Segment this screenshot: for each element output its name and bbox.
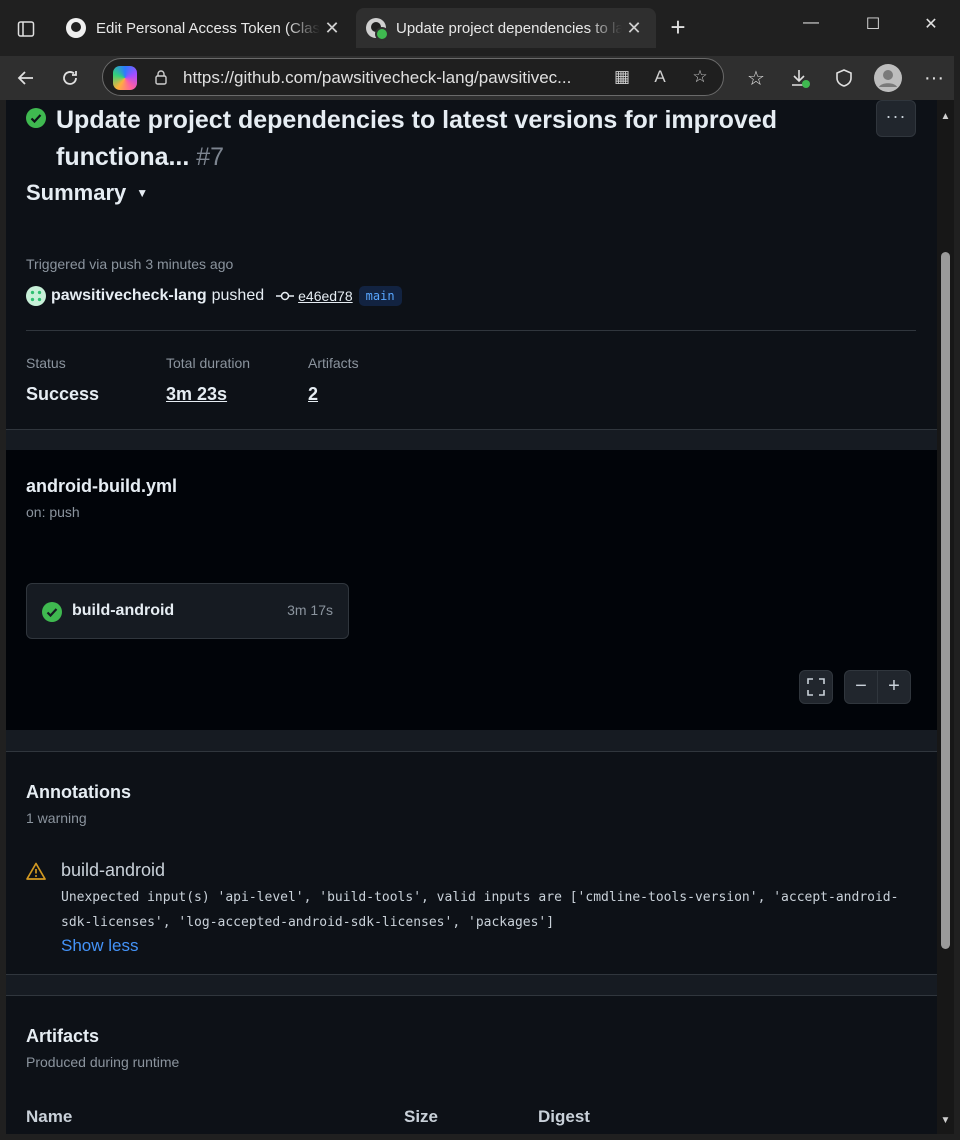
push-info: pawsitivecheck-lang pushed e46ed78 main [26, 286, 402, 306]
column-header-name[interactable]: Name [26, 1107, 72, 1127]
duration-label: Total duration [166, 355, 251, 371]
section-separator [6, 974, 937, 996]
new-tab-icon[interactable]: + [664, 14, 692, 42]
duration-link[interactable]: 3m 23s [166, 384, 227, 405]
trigger-text: Triggered via push 3 minutes ago [26, 256, 234, 272]
browser-essentials-icon[interactable] [828, 62, 860, 94]
workflow-graph: android-build.yml on: push build-android… [6, 450, 937, 730]
show-less-link[interactable]: Show less [61, 936, 138, 956]
warning-icon [26, 862, 46, 880]
tab-title: Update project dependencies to latest ve… [396, 19, 622, 37]
close-tab-icon[interactable]: ✕ [320, 18, 344, 39]
minimize-icon[interactable]: — [796, 14, 826, 40]
downloads-icon[interactable] [784, 62, 816, 94]
browser-tabstrip: Edit Personal Access Token (Classic) ✕ U… [0, 0, 960, 56]
artifacts-subtitle: Produced during runtime [26, 1054, 180, 1070]
annotation-message: Unexpected input(s) 'api-level', 'build-… [61, 890, 899, 930]
summary-dropdown[interactable]: Summary ▼ [26, 180, 148, 206]
artifacts-heading: Artifacts [26, 1026, 100, 1046]
window-border [0, 1134, 960, 1140]
summary-label: Summary [26, 180, 127, 205]
back-icon[interactable] [10, 62, 42, 94]
job-name: build-android [72, 602, 175, 619]
zoom-in-button[interactable]: + [877, 670, 911, 704]
section-separator [6, 429, 937, 450]
refresh-icon[interactable] [54, 62, 86, 94]
artifacts-label: Artifacts [308, 355, 359, 371]
zoom-out-button[interactable]: − [844, 670, 878, 704]
page-content: Update project dependencies to latest ve… [6, 100, 937, 1134]
run-number: #7 [196, 143, 225, 171]
workflow-file-name: android-build.yml [26, 476, 177, 496]
divider [26, 330, 916, 331]
tab-actions-icon[interactable] [10, 14, 42, 44]
more-options-button[interactable]: ··· [876, 100, 916, 137]
read-aloud-icon[interactable]: A [649, 67, 671, 89]
commit-sha-link[interactable]: e46ed78 [298, 288, 353, 304]
scrollbar-thumb[interactable] [941, 252, 950, 949]
run-title: Update project dependencies to latest ve… [56, 106, 778, 171]
user-link[interactable]: pawsitivecheck-lang [51, 287, 207, 305]
caret-down-icon: ▼ [136, 186, 149, 200]
push-action: pushed [211, 287, 265, 304]
profile-icon[interactable] [872, 62, 904, 94]
url-text[interactable]: https://github.com/pawsitivecheck-lang/p… [183, 68, 603, 88]
split-screen-icon[interactable]: ▦ [611, 67, 633, 89]
lock-icon[interactable] [153, 69, 169, 85]
column-header-size[interactable]: Size [404, 1107, 438, 1127]
column-header-digest[interactable]: Digest [538, 1107, 590, 1127]
browser-toolbar: https://github.com/pawsitivecheck-lang/p… [0, 56, 960, 100]
page-scrollbar[interactable]: ▲ ▼ [937, 100, 954, 1134]
close-tab-icon[interactable]: ✕ [622, 18, 646, 39]
scroll-down-icon[interactable]: ▼ [939, 1116, 952, 1126]
section-separator [6, 730, 937, 752]
copilot-icon[interactable] [113, 66, 137, 90]
tab-workflow-run[interactable]: Update project dependencies to latest ve… [356, 8, 656, 48]
page-title: Update project dependencies to latest ve… [56, 102, 796, 176]
scroll-up-icon[interactable]: ▲ [939, 112, 952, 122]
github-success-icon [366, 18, 389, 41]
branch-badge[interactable]: main [358, 286, 402, 306]
status-label: Status [26, 355, 66, 371]
window-border [954, 56, 960, 1140]
annotation-job-name: build-android [61, 860, 166, 880]
close-window-icon[interactable]: ✕ [916, 14, 946, 40]
job-card-build-android[interactable]: build-android 3m 17s [26, 583, 349, 639]
tab-edit-token[interactable]: Edit Personal Access Token (Classic) ✕ [56, 8, 354, 48]
workflow-trigger: on: push [26, 504, 80, 520]
address-bar[interactable]: https://github.com/pawsitivecheck-lang/p… [102, 58, 724, 96]
success-check-icon [42, 602, 62, 622]
commit-icon [276, 291, 295, 301]
artifacts-count-link[interactable]: 2 [308, 384, 318, 405]
annotations-heading: Annotations [26, 782, 131, 802]
annotations-count: 1 warning [26, 810, 87, 826]
status-value: Success [26, 384, 100, 404]
success-check-icon [26, 108, 46, 128]
github-icon [66, 18, 86, 38]
fullscreen-button[interactable] [799, 670, 833, 704]
settings-more-icon[interactable]: ··· [918, 62, 950, 94]
favorite-star-icon[interactable]: ☆ [689, 67, 711, 89]
job-duration: 3m 17s [287, 602, 333, 618]
maximize-icon[interactable]: ☐ [858, 14, 888, 40]
favorites-icon[interactable]: ☆ [740, 62, 772, 94]
avatar[interactable] [26, 286, 46, 306]
tab-title: Edit Personal Access Token (Classic) [96, 19, 320, 37]
